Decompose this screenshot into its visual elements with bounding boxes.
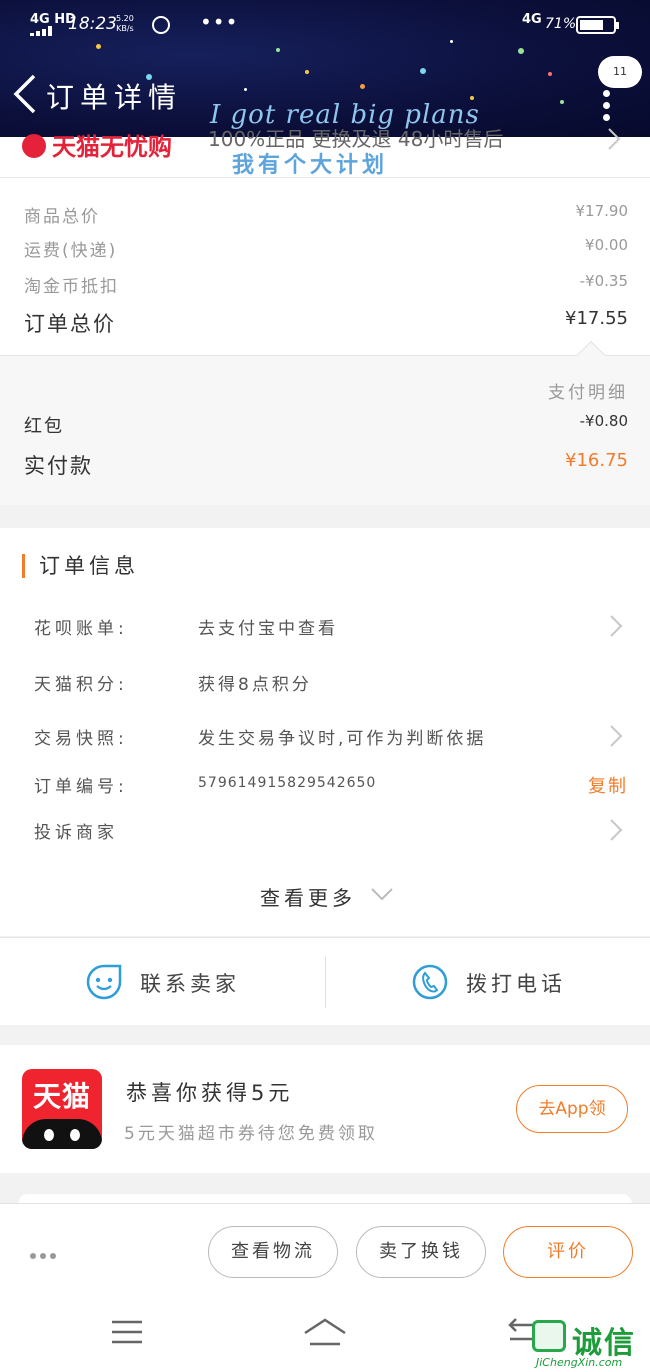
- payment-detail-label: 支付明细: [548, 383, 628, 403]
- contact-bar: 联系卖家 拨打电话: [0, 937, 650, 1025]
- payment-detail: 支付明细 红包 -¥0.80 实付款 ¥16.75: [0, 340, 650, 505]
- get-in-app-button[interactable]: 去App领: [516, 1085, 628, 1133]
- signal-type: 4G: [522, 12, 542, 27]
- shop-guarantee-row[interactable]: 天猫无忧购 100%正品 更换及退 48小时售后 我有个大计划: [0, 127, 650, 178]
- section-title: 订单信息: [22, 554, 139, 578]
- price-row-coin-deduction: 淘金币抵扣 -¥0.35: [24, 272, 628, 297]
- order-action-bar: 查看物流 卖了换钱 评价: [0, 1203, 650, 1297]
- phone-icon: [412, 964, 448, 1000]
- message-bubble-button[interactable]: 11: [598, 56, 642, 88]
- battery-percent: 71%: [545, 16, 577, 32]
- tmall-app-icon: 天猫: [22, 1069, 102, 1149]
- home-icon[interactable]: [302, 1317, 348, 1347]
- menu-icon[interactable]: [110, 1317, 144, 1347]
- see-more-button[interactable]: 查看更多: [260, 882, 393, 911]
- resell-button[interactable]: 卖了换钱: [356, 1226, 486, 1278]
- battery-icon: [576, 16, 619, 34]
- order-info: 订单信息 花呗账单: 去支付宝中查看 天猫积分: 获得8点积分 交易快照: 发生交易争…: [0, 528, 650, 936]
- price-row-total: 订单总价 ¥17.55: [24, 308, 628, 336]
- call-phone-button[interactable]: 拨打电话: [412, 938, 650, 1026]
- chevron-right-icon: [608, 128, 621, 150]
- review-button[interactable]: 评价: [503, 1226, 633, 1278]
- chevron-left-icon: [13, 74, 36, 114]
- promo-card: 天猫 恭喜你获得5元 5元天猫超市券待您免费领取 去App领: [0, 1045, 650, 1173]
- price-row-shipping: 运费(快递) ¥0.00: [24, 236, 628, 261]
- chevron-right-icon: [610, 615, 623, 637]
- chevron-right-icon: [610, 725, 623, 747]
- chevron-right-icon: [610, 819, 623, 841]
- sync-icon: [152, 16, 170, 34]
- info-row-order-number: 订单编号: 579614915829542650 复制: [34, 772, 628, 802]
- info-row-huabei[interactable]: 花呗账单: 去支付宝中查看: [34, 614, 628, 644]
- notification-dots: •••: [200, 10, 239, 34]
- info-row-complain[interactable]: 投诉商家: [34, 818, 628, 848]
- promo-title: 恭喜你获得5元: [126, 1081, 294, 1105]
- more-menu-icon[interactable]: [603, 90, 611, 130]
- watermark-logo: 诚信 JiChengXin.com: [510, 1318, 650, 1372]
- contact-seller-button[interactable]: 联系卖家: [86, 938, 386, 1026]
- page-title: 订单详情: [46, 81, 183, 114]
- chat-face-icon: [86, 964, 122, 1000]
- back-button[interactable]: [8, 72, 42, 116]
- header: 4G HD 18:23 5.20 KB/s ••• 4G 71% 订单详情 11 …: [0, 0, 650, 137]
- network-speed: 5.20 KB/s: [116, 14, 134, 33]
- status-bar: 4G HD 18:23 5.20 KB/s ••• 4G 71%: [0, 0, 650, 50]
- tmall-guarantee-badge: 天猫无忧购: [22, 127, 172, 161]
- more-actions-icon[interactable]: [30, 1244, 60, 1259]
- watermark-chinese: 我有个大计划: [232, 153, 389, 178]
- status-time: 18:23: [68, 14, 117, 34]
- divider: [325, 956, 326, 1008]
- info-row-snapshot[interactable]: 交易快照: 发生交易争议时,可作为判断依据: [34, 724, 628, 754]
- chevron-down-icon: [371, 888, 393, 901]
- signal-icon: [30, 26, 56, 36]
- price-row-goods: 商品总价 ¥17.90: [24, 202, 628, 227]
- order-detail-page: 4G HD 18:23 5.20 KB/s ••• 4G 71% 订单详情 11 …: [0, 0, 650, 1372]
- view-logistics-button[interactable]: 查看物流: [208, 1226, 338, 1278]
- copy-button[interactable]: 复制: [588, 772, 628, 798]
- price-summary: 商品总价 ¥17.90 运费(快递) ¥0.00 淘金币抵扣 -¥0.35 订单总价 ¥…: [0, 177, 650, 355]
- promo-subtitle: 5元天猫超市券待您免费领取: [124, 1124, 378, 1144]
- info-row-points: 天猫积分: 获得8点积分: [34, 675, 312, 695]
